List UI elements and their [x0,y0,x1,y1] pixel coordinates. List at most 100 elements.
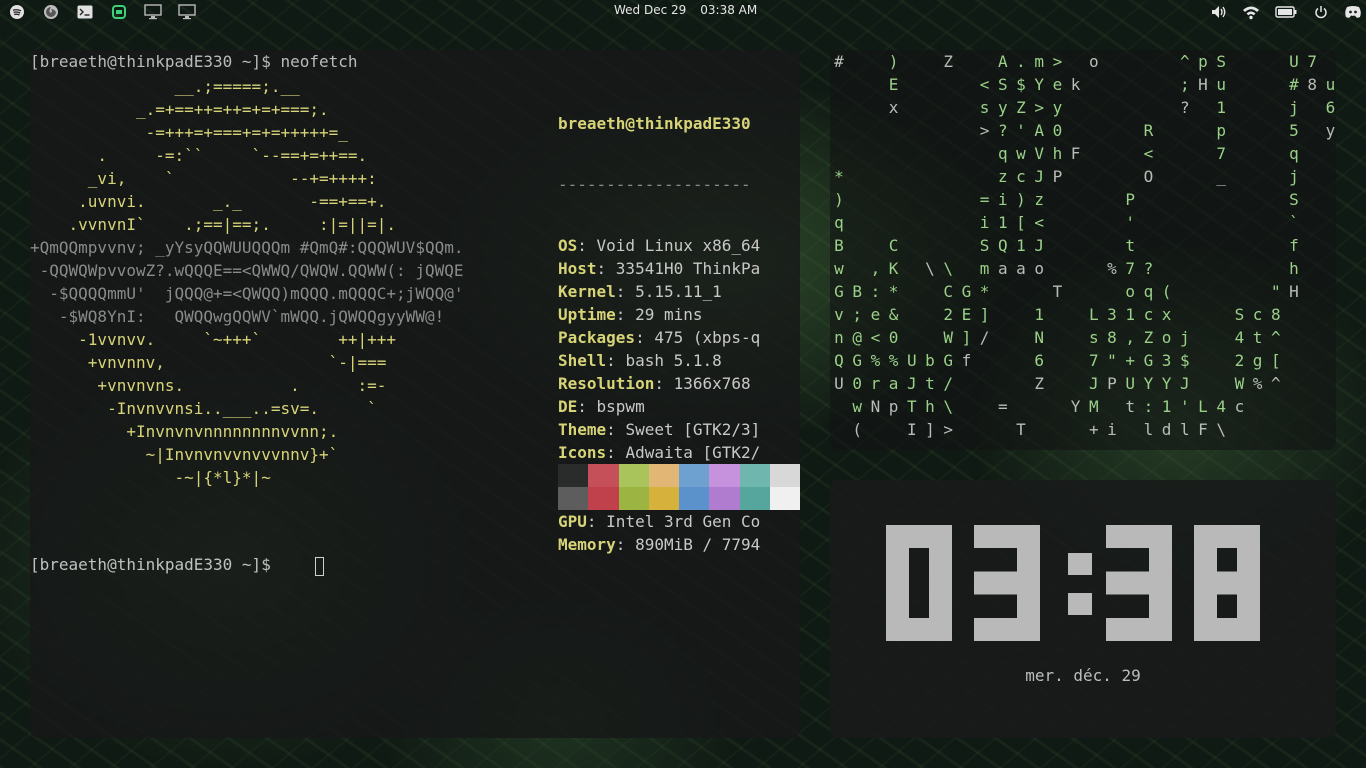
terminal-window[interactable]: [breaeth@thinkpadE330 ~]$ neofetch __.;=… [30,50,800,738]
matrix-char: p [1198,52,1208,71]
matrix-char: O [1143,167,1154,186]
matrix-char: 4 [1216,397,1226,416]
ascii-logo-line: -$QQQQmmU' jQQQ@+=<QWQQ)mQQQ.mQQQC+;jWQQ… [30,284,464,303]
matrix-char: t [1252,328,1263,347]
neofetch-key: Icons [558,443,607,462]
matrix-char: A [997,52,1008,71]
neofetch-key: DE [558,397,578,416]
matrix-char: 0 [852,374,862,393]
matrix-char: m [979,259,990,278]
matrix-char: t [1125,397,1135,416]
ascii-logo-line: . -=:`` `--==+=++==. [30,146,368,165]
matrix-char: [ [1270,351,1281,370]
matrix-char: / [979,328,990,347]
matrix-char: q [997,144,1008,163]
matrix-char: , [870,259,881,278]
matrix-char: \ [1216,420,1226,439]
color-palette [558,464,800,510]
matrix-char: s [1088,328,1099,347]
matrix-char: % [1107,259,1117,278]
matrix-char: o [1125,282,1135,301]
matrix-char: ( [1161,282,1172,301]
neofetch-value: 890MiB / 7794 [635,535,761,554]
matrix-char: J [1179,374,1190,393]
matrix-char: S [997,75,1008,94]
matrix-char: z [997,167,1008,186]
firefox-icon[interactable] [42,3,60,21]
matrix-char: T [1052,282,1063,301]
palette-swatch [558,487,589,510]
matrix-char: ` [1289,213,1299,232]
matrix-char: ) [1016,190,1026,209]
matrix-char: p [1216,121,1226,140]
clock-digit-segment [1017,571,1040,641]
matrix-char: L [1088,305,1099,324]
neofetch-row-os: OS: Void Linux x86_64 [558,236,761,255]
spotify-icon[interactable] [8,3,26,21]
matrix-char: ; [1179,75,1190,94]
power-icon[interactable] [1312,3,1330,21]
battery-icon[interactable] [1274,3,1298,21]
neofetch-key: GPU [558,512,587,531]
matrix-char: < [870,328,881,347]
wifi-icon[interactable] [1242,3,1260,21]
date-time[interactable]: Wed Dec 29 03:38 AM [614,3,757,17]
display-icon[interactable] [178,3,196,21]
clock-window[interactable]: mer. déc. 29 [830,480,1336,738]
neofetch-value: 29 mins [635,305,703,324]
text-cursor[interactable] [315,557,324,576]
matrix-char: > [979,121,990,140]
matrix-char: # [1289,75,1299,94]
matrix-char: / [943,374,953,393]
matrix-char: n [834,328,844,347]
matrix-char: < [1034,213,1044,232]
matrix-char: K [888,259,899,278]
matrix-char: i [979,213,990,232]
matrix-char: q [834,213,844,232]
matrix-char: c [1016,167,1026,186]
neofetch-user-host: breaeth@thinkpadE330 [558,114,751,133]
matrix-char: j [1289,98,1299,117]
matrix-char: ^ [1270,328,1281,347]
matrix-char: ' [1179,397,1190,416]
palette-swatch [769,464,800,487]
matrix-char: L [1198,397,1208,416]
terminal-icon[interactable] [76,3,94,21]
matrix-char: J [1088,374,1099,393]
matrix-char: = [979,190,990,209]
ascii-logo-line: -1vvnvv. `~+++` ++|+++ [30,330,397,349]
topbar-date: Wed Dec 29 [614,3,687,17]
matrix-char: C [888,236,899,255]
matrix-char: d [1161,420,1172,439]
matrix-char: 7 [1088,351,1099,370]
matrix-char: W [1234,374,1245,393]
matrix-rain-window[interactable]: #) Z A. m > o ^ p S U 7 E < S $ Ye k; Hu #8 u x s y Z > y? 1 j 6 >? ' A… [830,50,1336,450]
discord-tray-icon[interactable] [1344,3,1362,21]
matrix-char: ' [1125,213,1135,232]
top-bar: Wed Dec 29 03:38 AM [0,0,1366,24]
matrix-char: : [870,282,881,301]
matrix-char: % [870,351,881,370]
matrix-char: b [925,351,935,370]
matrix-char: t [1125,236,1135,255]
matrix-char: G [834,282,844,301]
neofetch-value: Void Linux x86_64 [596,236,761,255]
clock-digit-segment [1194,571,1217,641]
palette-swatch [648,487,679,510]
ascii-logo-line: _vi, ` --+=++++: [30,169,377,188]
discord-icon[interactable] [110,3,128,21]
matrix-char: x [1161,305,1172,324]
matrix-char: $ [1179,351,1190,370]
volume-icon[interactable] [1210,3,1228,21]
matrix-char: a [888,374,899,393]
matrix-char: P [1125,190,1135,209]
matrix-char: E [888,75,899,94]
matrix-char: 8 [1270,305,1281,324]
matrix-char: 3 [1107,305,1117,324]
monitor-icon[interactable] [144,3,162,21]
matrix-char: < [1143,144,1154,163]
matrix-char: _ [1216,167,1226,186]
neofetch-key: Kernel [558,282,616,301]
matrix-char: : [1143,397,1154,416]
neofetch-value: bash 5.1.8 [625,351,722,370]
